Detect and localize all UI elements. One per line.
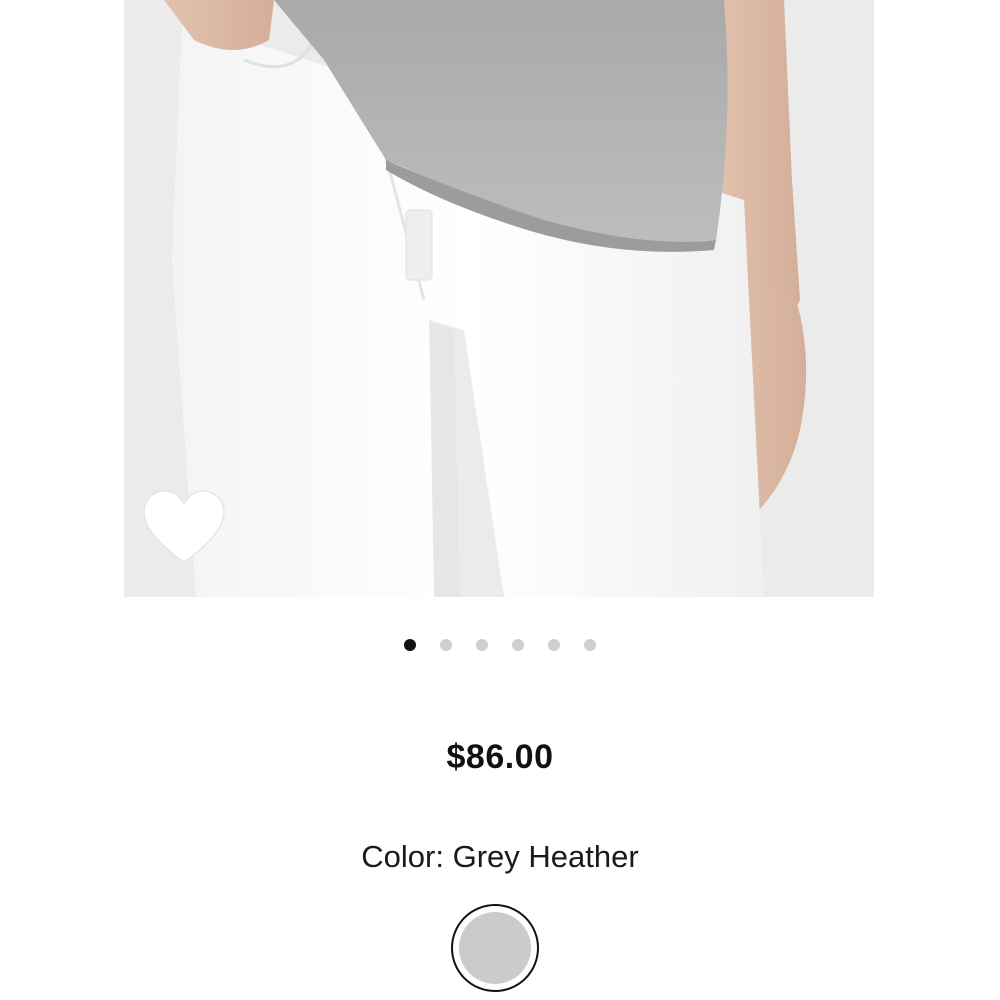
color-label: Color: Grey Heather [0,839,1000,875]
carousel-dot[interactable] [512,639,524,651]
color-swatch-selected[interactable] [451,904,539,992]
carousel-dot[interactable] [476,639,488,651]
carousel-dot[interactable] [404,639,416,651]
carousel-dot[interactable] [548,639,560,651]
wishlist-button[interactable] [140,488,228,568]
image-carousel-dots [0,639,1000,651]
color-label-prefix: Color: [361,839,444,874]
heart-icon [143,490,225,563]
product-price: $86.00 [446,738,554,776]
color-swatch-fill [459,912,531,984]
product-photo [124,0,874,597]
product-image[interactable] [124,0,874,597]
color-value: Grey Heather [452,839,639,874]
carousel-dot[interactable] [440,639,452,651]
product-detail-page: $86.00 Color: Grey Heather [0,0,1000,1000]
carousel-dot[interactable] [584,639,596,651]
